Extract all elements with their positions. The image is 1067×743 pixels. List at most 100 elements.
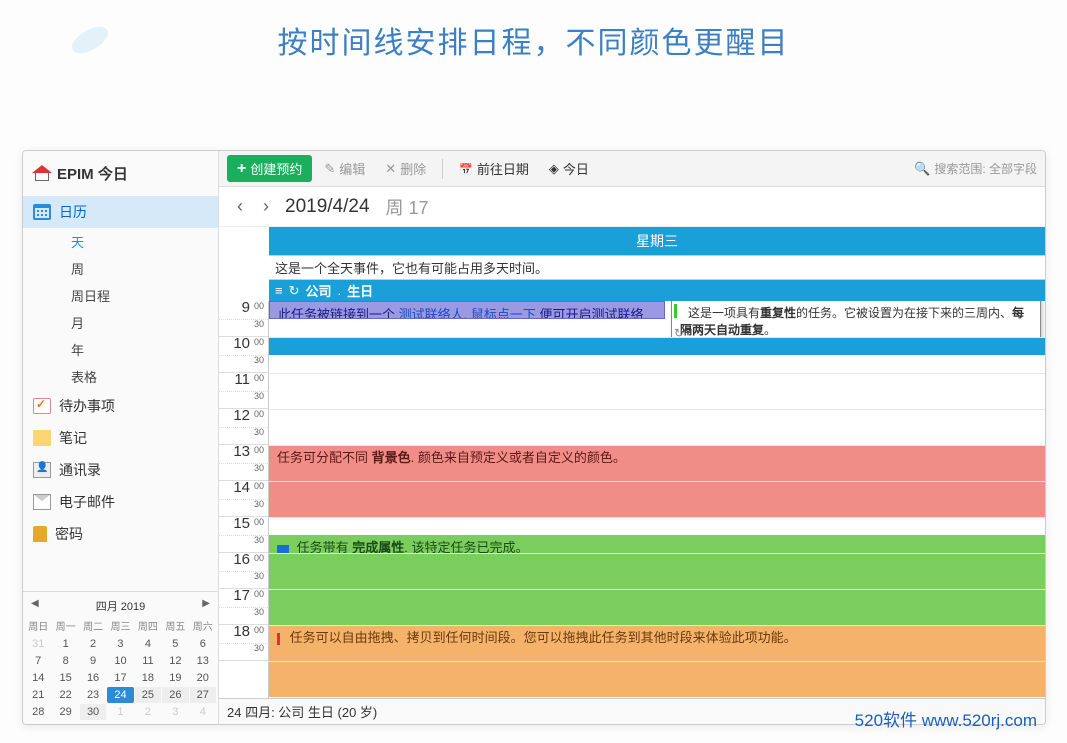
mini-cal-day[interactable]: 4 <box>190 704 216 720</box>
today-label: 今日 <box>563 159 589 178</box>
nav-calendar-label: 日历 <box>59 202 87 222</box>
mini-cal-day[interactable]: 10 <box>107 653 133 669</box>
nav-view-day[interactable]: 天 <box>23 228 218 255</box>
prev-day-button[interactable]: ‹ <box>233 194 247 219</box>
mini-cal-next[interactable]: ▶ <box>202 598 210 609</box>
edit-button[interactable]: 编辑 <box>316 155 373 182</box>
nav-contacts[interactable]: 通讯录 <box>23 454 218 486</box>
password-icon <box>33 526 47 542</box>
mini-cal-day[interactable]: 7 <box>25 653 51 669</box>
mini-cal-day[interactable]: 6 <box>190 636 216 652</box>
day-of-week-header: 星期三 <box>269 227 1045 255</box>
toolbar: 创建预约 编辑 删除 前往日期 今日 搜索范围: 全部字段 <box>219 151 1045 187</box>
mini-cal-day[interactable]: 5 <box>162 636 188 652</box>
mini-cal-header: ◀ 四月 2019 ▶ <box>25 596 216 616</box>
app-window: EPIM 今日 日历 天 周 周日程 月 年 表格 待办事项 笔记 通讯录 <box>22 150 1046 725</box>
app-title: EPIM 今日 <box>23 151 218 196</box>
goto-label: 前往日期 <box>477 159 529 178</box>
nav-password-label: 密码 <box>55 524 83 544</box>
today-icon <box>549 161 559 177</box>
mini-cal-day[interactable]: 9 <box>80 653 106 669</box>
edit-icon <box>324 161 335 177</box>
mini-cal-day[interactable]: 13 <box>190 653 216 669</box>
mini-cal-day[interactable]: 14 <box>25 670 51 686</box>
mini-cal-day[interactable]: 25 <box>135 687 161 703</box>
search-box[interactable]: 搜索范围: 全部字段 <box>914 160 1037 177</box>
mini-cal-title: 四月 2019 <box>96 601 146 613</box>
today-button[interactable]: 今日 <box>541 155 597 182</box>
mini-cal-day[interactable]: 2 <box>80 636 106 652</box>
nav-password[interactable]: 密码 <box>23 518 218 550</box>
birthday-event[interactable]: ≡ 公司. 生日 <box>269 280 1045 301</box>
nav-view-year[interactable]: 年 <box>23 336 218 363</box>
mini-cal-day[interactable]: 3 <box>162 704 188 720</box>
sidebar: EPIM 今日 日历 天 周 周日程 月 年 表格 待办事项 笔记 通讯录 <box>23 151 219 724</box>
birthday-company: 公司 <box>306 281 332 300</box>
mini-cal-day[interactable]: 28 <box>25 704 51 720</box>
mini-cal-day[interactable]: 12 <box>162 653 188 669</box>
home-icon <box>33 167 51 181</box>
birthday-label: 生日 <box>347 281 373 300</box>
divider <box>442 159 443 179</box>
date-navigation: ‹ › 2019/4/24 周 17 <box>219 187 1045 227</box>
e1-text: 此任务被链接到一个 <box>278 307 399 319</box>
current-date: 2019/4/24 <box>285 196 370 218</box>
goto-date-button[interactable]: 前往日期 <box>451 155 537 182</box>
mini-cal-day[interactable]: 30 <box>80 704 106 720</box>
nav-view-week-agenda[interactable]: 周日程 <box>23 282 218 309</box>
mini-cal-day[interactable]: 22 <box>52 687 78 703</box>
nav-view-week[interactable]: 周 <box>23 255 218 282</box>
search-placeholder: 搜索范围: 全部字段 <box>934 160 1037 177</box>
event-completed[interactable]: 任务带有 完成属性. 该特定任务已完成。 <box>269 535 1045 625</box>
nav-calendar[interactable]: 日历 <box>23 196 218 228</box>
calendar-icon <box>33 204 51 220</box>
mini-cal-day[interactable]: 27 <box>190 687 216 703</box>
e1-link-click[interactable]: 鼠标点一下 <box>471 307 536 319</box>
mini-cal-day[interactable]: 26 <box>162 687 188 703</box>
mini-cal-day[interactable]: 23 <box>80 687 106 703</box>
allday-event[interactable]: 这是一个全天事件，它也有可能占用多天时间。 <box>269 255 1045 280</box>
mini-cal-day[interactable]: 21 <box>25 687 51 703</box>
delete-icon <box>385 161 396 177</box>
next-day-button[interactable]: › <box>259 194 273 219</box>
mini-cal-day[interactable]: 1 <box>52 636 78 652</box>
mini-calendar: ◀ 四月 2019 ▶ 周日周一周二周三周四周五周六31123456789101… <box>23 591 218 724</box>
mini-cal-day[interactable]: 19 <box>162 670 188 686</box>
nav-view-month[interactable]: 月 <box>23 309 218 336</box>
mini-cal-day[interactable]: 20 <box>190 670 216 686</box>
mini-cal-day[interactable]: 31 <box>25 636 51 652</box>
mini-cal-day[interactable]: 15 <box>52 670 78 686</box>
priority-bar-icon <box>277 633 280 645</box>
mini-cal-day[interactable]: 4 <box>135 636 161 652</box>
mini-cal-day[interactable]: 18 <box>135 670 161 686</box>
new-appointment-button[interactable]: 创建预约 <box>227 155 312 182</box>
event-column[interactable]: 此任务被链接到一个 测试联络人. 鼠标点一下 便可开启测试联络人。 这是一项具有… <box>269 301 1045 698</box>
mini-cal-day[interactable]: 29 <box>52 704 78 720</box>
mini-cal-day[interactable]: 17 <box>107 670 133 686</box>
event-linked-contact[interactable]: 此任务被链接到一个 测试联络人. 鼠标点一下 便可开启测试联络人。 <box>269 301 665 319</box>
nav-mail[interactable]: 电子邮件 <box>23 486 218 518</box>
page-heading: 按时间线安排日程，不同颜色更醒目 <box>0 0 1067 92</box>
mini-cal-day[interactable]: 16 <box>80 670 106 686</box>
delete-label: 删除 <box>400 159 426 178</box>
mail-icon <box>33 494 51 510</box>
mini-cal-day[interactable]: 3 <box>107 636 133 652</box>
nav-view-grid[interactable]: 表格 <box>23 363 218 390</box>
mini-cal-day[interactable]: 1 <box>107 704 133 720</box>
delete-button[interactable]: 删除 <box>377 155 434 182</box>
mini-cal-day[interactable]: 8 <box>52 653 78 669</box>
mini-cal-prev[interactable]: ◀ <box>31 598 39 609</box>
nav-contacts-label: 通讯录 <box>59 460 101 480</box>
mini-cal-day[interactable]: 2 <box>135 704 161 720</box>
watermark: 520软件 www.520rj.com <box>855 706 1037 731</box>
nav-notes[interactable]: 笔记 <box>23 422 218 454</box>
nav-todo[interactable]: 待办事项 <box>23 390 218 422</box>
mini-cal-day[interactable]: 11 <box>135 653 161 669</box>
mini-cal-day[interactable]: 24 <box>107 687 133 703</box>
completed-tag-icon <box>277 545 289 553</box>
handle-icon: ≡ <box>275 283 283 298</box>
e1-link-contact[interactable]: 测试联络人 <box>399 307 464 319</box>
contacts-icon <box>33 462 51 478</box>
tooltip-marker <box>674 304 677 318</box>
event-blue-strip[interactable] <box>269 337 1045 355</box>
